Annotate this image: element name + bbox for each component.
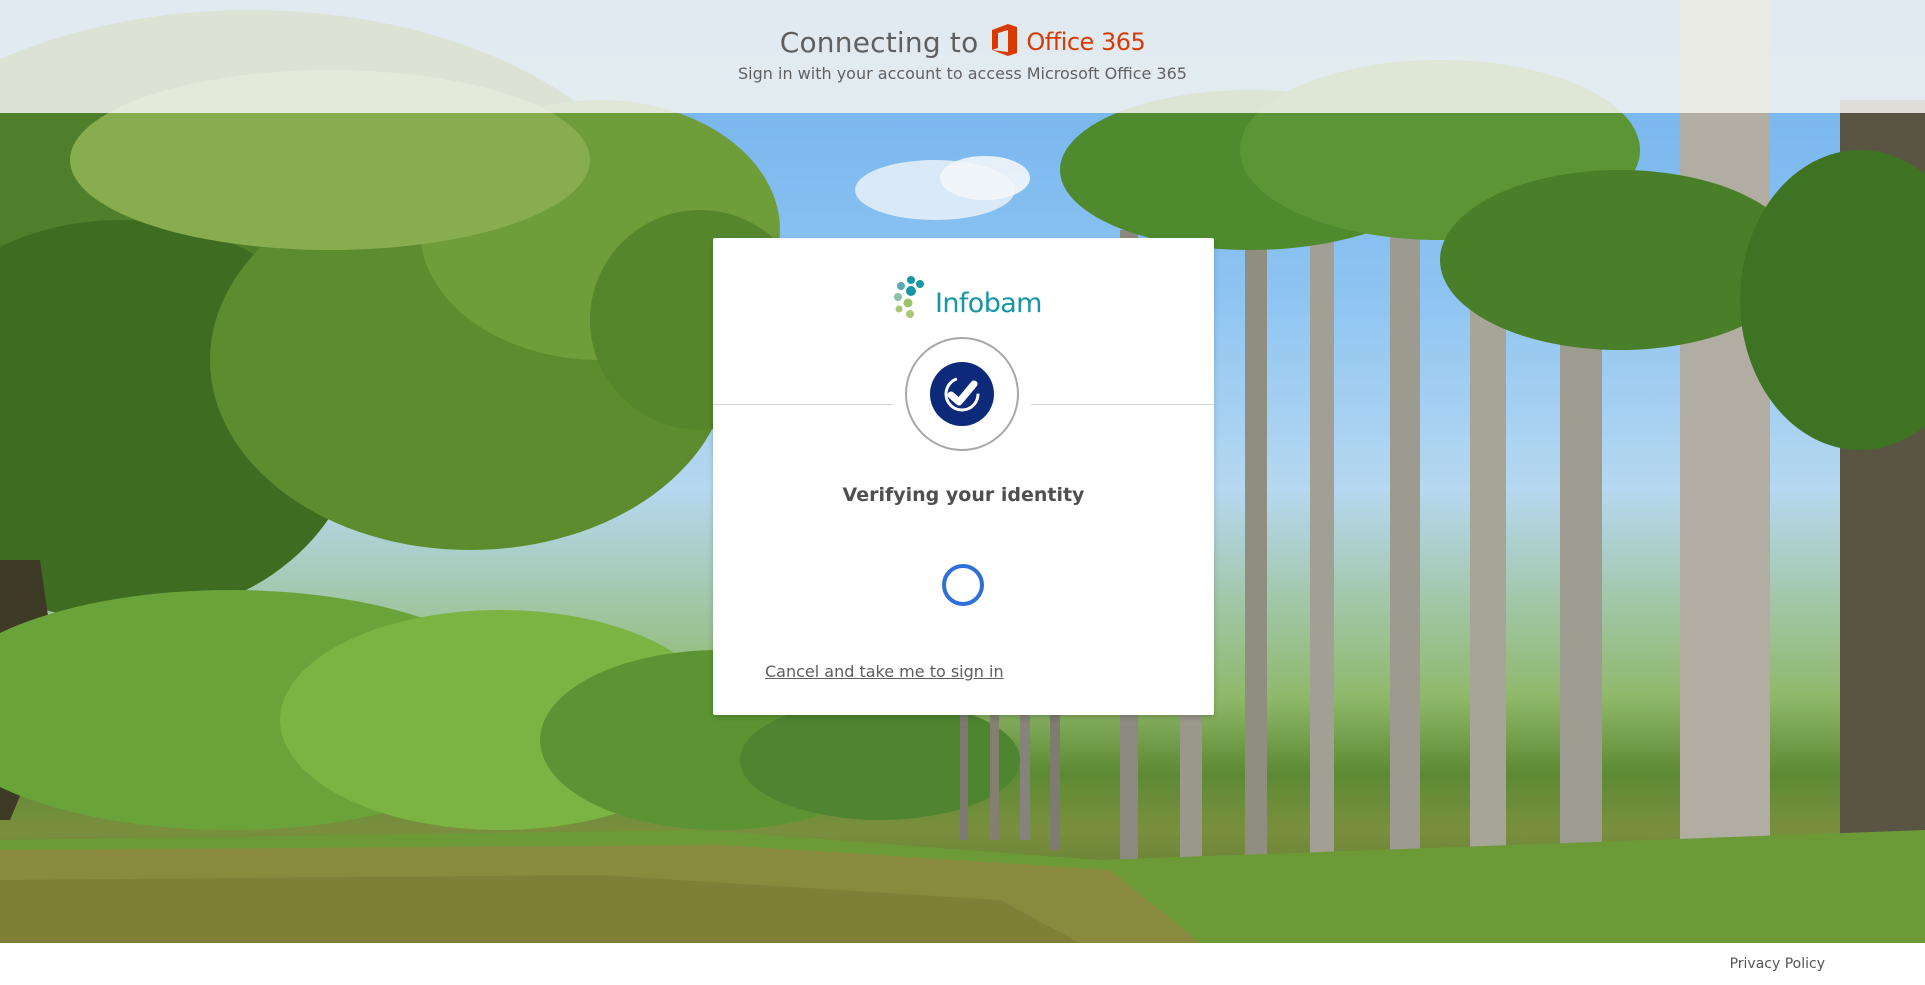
infobam-logo: Infobam <box>893 275 1042 326</box>
infobam-dots-icon <box>893 275 933 326</box>
connecting-label: Connecting to <box>779 25 979 59</box>
footer: Privacy Policy <box>0 943 1925 985</box>
brand-name: Infobam <box>935 287 1042 319</box>
office-logo-icon <box>990 23 1018 61</box>
office-365-logo: Office 365 <box>990 23 1146 61</box>
divider-left <box>713 404 893 405</box>
header-title-row: Connecting to Office 365 <box>0 22 1925 62</box>
privacy-policy-link[interactable]: Privacy Policy <box>1730 956 1825 972</box>
header-band: Connecting to Office 365 Sign in with yo… <box>0 0 1925 113</box>
verify-title: Verifying your identity <box>842 484 1085 506</box>
verification-card: Infobam Verifying your identity Cancel a… <box>713 238 1214 715</box>
cancel-sign-in-link[interactable]: Cancel and take me to sign in <box>765 662 1004 681</box>
product-name: Office 365 <box>1026 28 1146 56</box>
verified-check-icon <box>930 362 994 426</box>
header-subtitle: Sign in with your account to access Micr… <box>738 64 1187 83</box>
divider-right <box>1031 404 1214 405</box>
loading-spinner-icon <box>942 564 984 606</box>
verify-badge <box>905 337 1019 451</box>
